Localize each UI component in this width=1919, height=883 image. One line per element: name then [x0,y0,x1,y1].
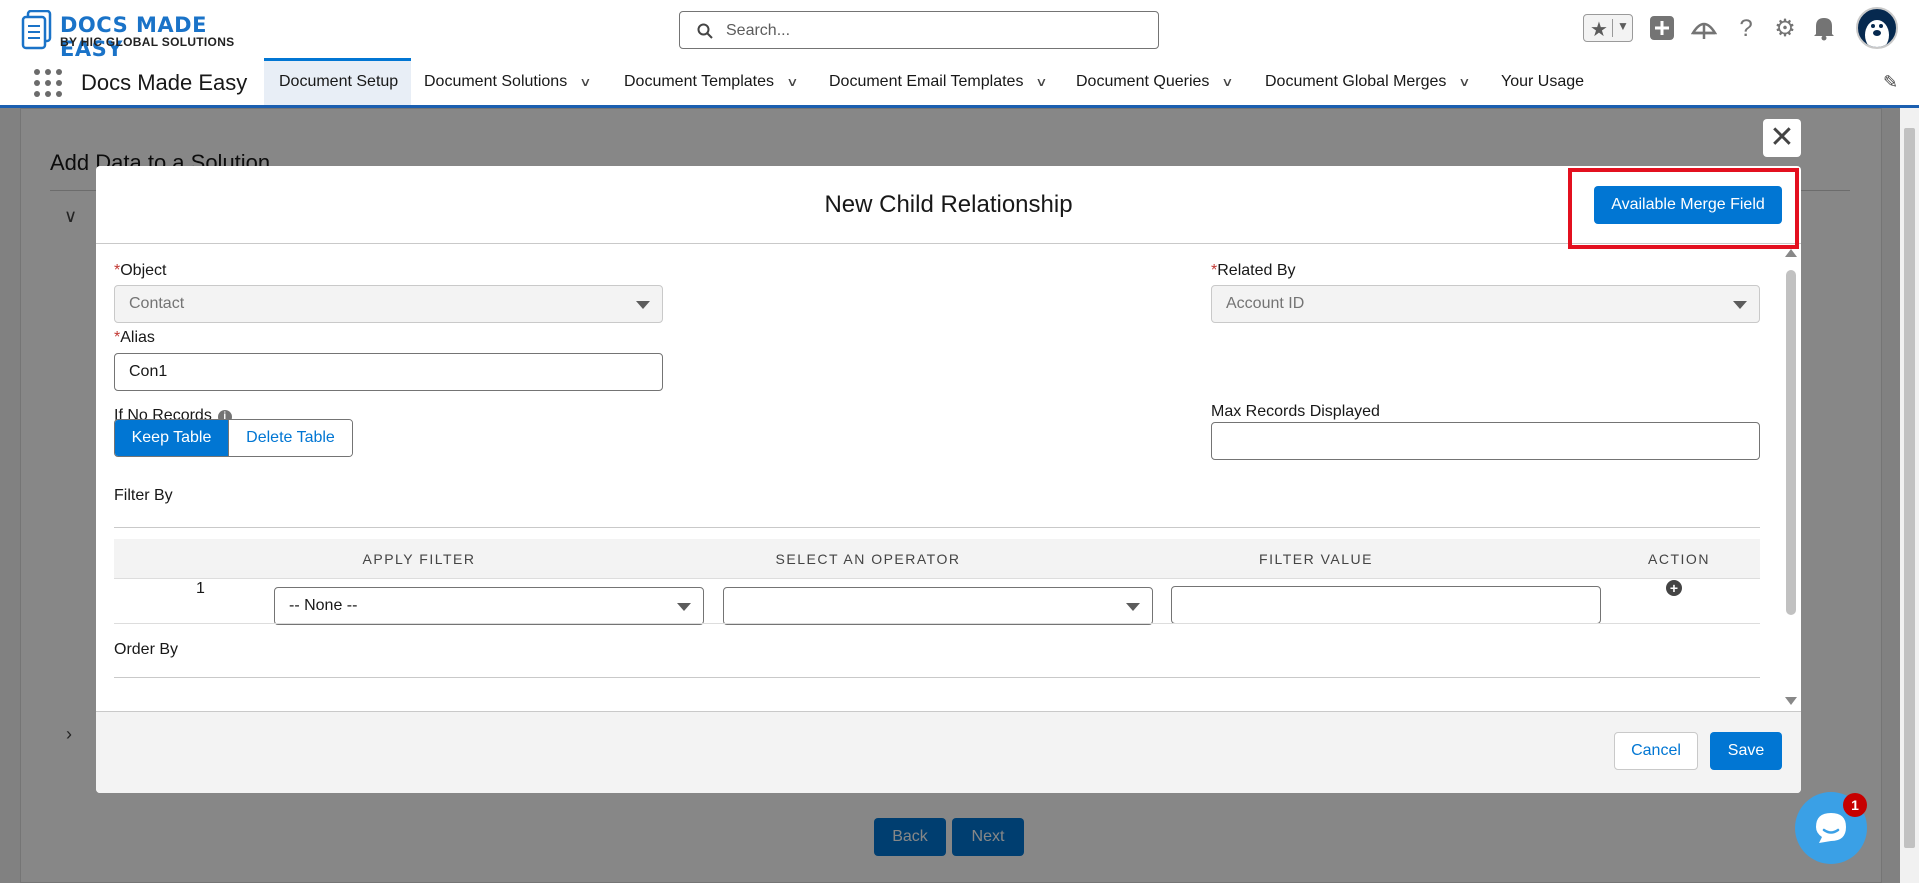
global-search-input[interactable]: Search... [679,11,1159,49]
cancel-button[interactable]: Cancel [1614,732,1698,770]
max-records-label: Max Records Displayed [1211,403,1380,420]
tab-label: Document Setup [279,73,399,90]
modal-header: New Child Relationship Available Merge F… [96,166,1801,244]
dropdown-arrow-icon [1733,301,1747,309]
tab-your-usage[interactable]: Your Usage [1501,58,1584,105]
scroll-up-icon[interactable] [1785,249,1797,257]
search-placeholder: Search... [726,22,791,39]
column-header: SELECT AN OPERATOR [775,551,961,567]
scrollbar-thumb[interactable] [1904,128,1915,848]
apply-filter-select[interactable]: -- None -- [274,587,704,625]
row-number: 1 [196,580,205,597]
scrollbar-thumb[interactable] [1786,270,1796,615]
column-header: FILTER VALUE [1259,551,1373,567]
modal-footer: Cancel Save [96,711,1801,793]
modal-scrollbar[interactable] [1781,245,1801,711]
order-by-label: Order By [114,641,179,658]
if-no-records-toggle: Keep Table Delete Table [114,419,353,457]
related-by-label: *Related By [1211,262,1296,279]
new-child-relationship-modal: New Child Relationship Available Merge F… [96,166,1801,793]
operator-select[interactable] [723,587,1153,625]
tab-label: Document Email Templates [829,73,1024,90]
app-navigation-bar: Docs Made Easy Document Setup Document S… [0,58,1919,108]
document-logo-icon [21,10,52,50]
alias-input[interactable]: Con1 [114,353,663,391]
chevron-down-icon[interactable]: ∨ [1222,59,1234,106]
setup-button[interactable]: ⚙ [1771,15,1799,43]
chevron-down-icon[interactable]: ∨ [579,59,591,106]
chevron-down-icon[interactable]: ∨ [1459,59,1471,106]
brand-logo[interactable]: DOCS MADE EASY BY HIC GLOBAL SOLUTIONS [20,8,250,61]
delete-table-button[interactable]: Delete Table [228,420,352,456]
trailhead-button[interactable] [1690,15,1718,43]
dropdown-arrow-icon [1126,603,1140,611]
highlight-annotation [1568,168,1799,249]
tab-document-global-merges[interactable]: Document Global Merges ∨ [1265,58,1471,106]
divider [114,623,1760,624]
close-icon[interactable]: ✕ [1763,119,1801,157]
gear-icon: ⚙ [1774,15,1796,42]
global-actions-button[interactable] [1648,15,1676,43]
tab-document-queries[interactable]: Document Queries ∨ [1076,58,1234,106]
chevron-down-icon[interactable]: ∨ [1036,59,1048,106]
column-header: APPLY FILTER [362,551,476,567]
column-header: ACTION [1648,551,1710,567]
notification-badge: 1 [1843,793,1867,817]
global-header: DOCS MADE EASY BY HIC GLOBAL SOLUTIONS S… [0,0,1919,61]
edit-nav-icon[interactable]: ✎ [1883,72,1898,93]
tab-label: Document Templates [624,73,774,90]
divider [1612,19,1613,37]
tab-document-solutions[interactable]: Document Solutions ∨ [424,58,592,106]
dropdown-arrow-icon [677,603,691,611]
add-row-icon[interactable]: + [1666,580,1682,596]
save-button[interactable]: Save [1710,732,1782,770]
help-button[interactable]: ? [1732,15,1760,43]
app-name: Docs Made Easy [81,70,248,95]
tab-document-templates[interactable]: Document Templates ∨ [624,58,799,106]
avatar[interactable] [1856,7,1898,49]
search-icon [697,23,713,39]
object-label: *Object [114,262,167,279]
divider [114,527,1760,528]
modal-body: *Object Contact *Related By Account ID *… [96,245,1801,711]
tab-label: Your Usage [1501,73,1585,90]
chevron-down-icon[interactable]: ▼ [1617,19,1629,33]
notifications-button[interactable] [1810,15,1838,43]
tab-document-setup[interactable]: Document Setup [264,58,411,105]
tab-document-email-templates[interactable]: Document Email Templates ∨ [829,58,1048,106]
related-by-select[interactable]: Account ID [1211,285,1760,323]
brand-tagline: BY HIC GLOBAL SOLUTIONS [60,35,235,49]
dropdown-arrow-icon [636,301,650,309]
filter-table-header: APPLY FILTER SELECT AN OPERATOR FILTER V… [114,539,1760,579]
star-icon: ★ [1590,19,1608,41]
tab-label: Document Solutions [424,73,568,90]
tab-label: Document Global Merges [1265,73,1447,90]
object-select[interactable]: Contact [114,285,663,323]
page-scrollbar[interactable] [1900,108,1919,883]
keep-table-button[interactable]: Keep Table [115,420,228,456]
chat-icon [1816,813,1846,843]
trailhead-icon [1690,22,1718,39]
chevron-down-icon[interactable]: ∨ [786,59,798,106]
max-records-input[interactable] [1211,422,1760,460]
bell-icon [1814,18,1834,41]
filter-by-label: Filter By [114,487,173,504]
modal-title: New Child Relationship [824,191,1073,218]
filter-value-input[interactable] [1171,586,1601,624]
alias-label: *Alias [114,329,155,346]
user-avatar-icon [1865,20,1889,47]
tab-label: Document Queries [1076,73,1210,90]
favorites-button[interactable]: ★ ▼ [1583,14,1633,42]
divider [114,677,1760,678]
app-launcher-icon[interactable] [34,69,62,97]
plus-icon [1650,16,1674,40]
scroll-down-icon[interactable] [1785,697,1797,705]
help-icon: ? [1739,15,1753,42]
